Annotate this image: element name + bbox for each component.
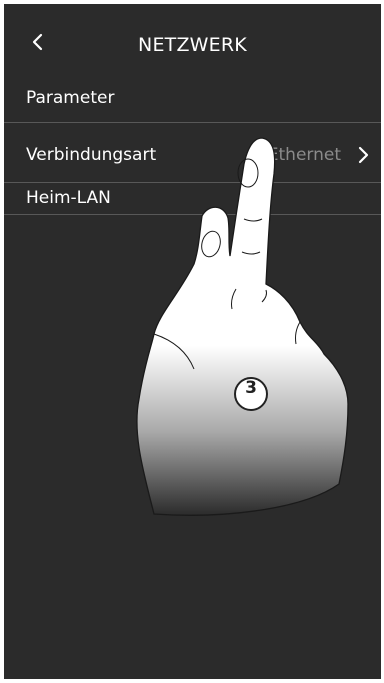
list-item-label: Verbindungsart: [26, 145, 157, 165]
section-label: Parameter: [26, 88, 115, 108]
list-item-heim-lan[interactable]: Heim-LAN: [4, 183, 381, 242]
page-title: NETZWERK: [138, 34, 247, 56]
list-item-verbindungsart[interactable]: Verbindungsart Ethernet: [4, 123, 381, 182]
chevron-right-icon: [358, 146, 369, 164]
screen: NETZWERK Parameter Verbindungsart Ethern…: [4, 4, 381, 679]
divider: [4, 214, 381, 215]
list-item-label: Heim-LAN: [26, 188, 111, 208]
list-item-value: Ethernet: [267, 145, 341, 165]
header: NETZWERK: [4, 4, 381, 74]
step-number-badge: 3: [245, 378, 257, 398]
